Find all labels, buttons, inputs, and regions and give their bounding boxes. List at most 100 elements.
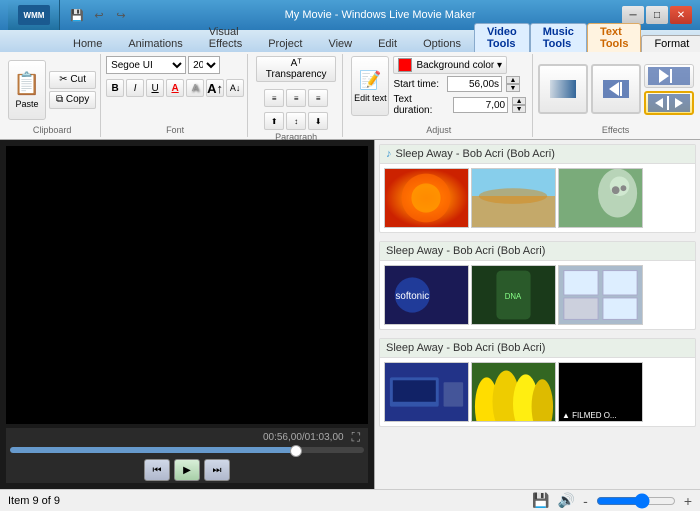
start-time-input[interactable]	[447, 76, 502, 92]
start-time-down[interactable]: ▼	[506, 84, 520, 92]
position-middle-button[interactable]: ↕	[286, 112, 306, 130]
tab-options[interactable]: Options	[410, 35, 474, 52]
window-controls: ─ □ ✕	[622, 6, 692, 24]
tab-edit[interactable]: Edit	[365, 35, 410, 52]
maximize-button[interactable]: □	[646, 6, 668, 24]
paragraph-content: Aᵀ Transparency ≡ ≡ ≡ ⬆ ↕ ⬇	[256, 56, 337, 130]
paste-button[interactable]: 📋 Paste	[8, 60, 46, 120]
effect-fade-button[interactable]	[538, 64, 588, 114]
position-top-button[interactable]: ⬆	[264, 112, 284, 130]
thumbnail-7[interactable]	[384, 362, 469, 422]
zoom-in-label: +	[684, 493, 692, 509]
edit-text-button[interactable]: 📝 Edit text	[351, 56, 389, 116]
redo-button[interactable]: ↪	[112, 6, 130, 24]
transparency-button[interactable]: Aᵀ Transparency	[256, 56, 337, 82]
save-button[interactable]: 💾	[68, 6, 86, 24]
thumbnail-label-9: ▲ FILMED O...	[559, 410, 642, 421]
ribbon: 📋 Paste ✂ Cut ⧉ Copy Clipboard Segoe UI …	[0, 52, 700, 140]
tab-home[interactable]: Home	[60, 35, 115, 52]
background-color-button[interactable]: Background color ▾	[393, 56, 507, 74]
media-group-header-1: ♪ Sleep Away - Bob Acri (Bob Acri)	[380, 145, 695, 164]
edit-text-label: Edit text	[354, 93, 387, 103]
tab-view[interactable]: View	[315, 35, 365, 52]
font-family-select[interactable]: Segoe UI	[106, 56, 186, 74]
italic-button[interactable]: I	[126, 79, 144, 97]
tab-video-tools[interactable]: Video Tools	[474, 23, 530, 52]
zoom-slider[interactable]	[596, 496, 676, 506]
start-time-up[interactable]: ▲	[506, 76, 520, 84]
cut-button[interactable]: ✂ Cut	[49, 71, 96, 89]
media-group-3: Sleep Away - Bob Acri (Bob Acri)	[379, 338, 696, 427]
tab-visual-effects[interactable]: Visual Effects	[196, 23, 255, 52]
forward-button[interactable]: ⏭	[204, 459, 230, 481]
minimize-button[interactable]: ─	[622, 6, 644, 24]
ribbon-tabs: Home Animations Visual Effects Project V…	[0, 30, 700, 52]
svg-text:softonic: softonic	[396, 291, 430, 302]
start-time-label: Start time:	[393, 79, 439, 90]
text-duration-label: Text duration:	[393, 94, 445, 116]
thumbnail-5[interactable]: DNA	[471, 265, 556, 325]
thumbnail-4[interactable]: softonic	[384, 265, 469, 325]
text-duration-input[interactable]	[453, 97, 508, 113]
bg-color-label: Background color ▾	[416, 60, 502, 71]
main-area: 00:56,00/01:03,00 ⛶ ⏮ ▶ ⏭ ♪ Sleep Away -…	[0, 140, 700, 489]
tab-music-tools[interactable]: Music Tools	[530, 23, 587, 52]
font-color-button[interactable]: A	[166, 79, 184, 97]
font-size-decrease-button[interactable]: A↓	[226, 79, 244, 97]
item-count: Item 9 of 9	[8, 495, 60, 507]
media-group-title-2: Sleep Away - Bob Acri (Bob Acri)	[386, 245, 545, 257]
start-time-row: Start time: ▲ ▼	[393, 76, 526, 92]
font-size-increase-button[interactable]: A↑	[206, 79, 224, 97]
start-time-spinner: ▲ ▼	[506, 76, 520, 92]
text-duration-down[interactable]: ▼	[512, 105, 526, 113]
adjust-label: Adjust	[426, 123, 451, 135]
ribbon-group-adjust: 📝 Edit text Background color ▾ Start tim…	[345, 54, 533, 137]
progress-bar[interactable]	[10, 447, 364, 453]
status-icon-2[interactable]: 🔊	[558, 492, 575, 509]
effect-left-button[interactable]	[591, 64, 641, 114]
text-duration-spinner: ▲ ▼	[512, 97, 526, 113]
para-position-row: ⬆ ↕ ⬇	[264, 112, 328, 130]
align-left-button[interactable]: ≡	[264, 89, 284, 107]
ribbon-group-paragraph: Aᵀ Transparency ≡ ≡ ≡ ⬆ ↕ ⬇ Paragraph	[250, 54, 344, 137]
copy-button[interactable]: ⧉ Copy	[49, 91, 96, 109]
ribbon-group-clipboard: 📋 Paste ✂ Cut ⧉ Copy Clipboard	[4, 54, 101, 137]
text-duration-row: Text duration: ▲ ▼	[393, 94, 526, 116]
thumbnail-6[interactable]	[558, 265, 643, 325]
font-label: Font	[166, 123, 184, 135]
align-right-button[interactable]: ≡	[308, 89, 328, 107]
status-icon-1[interactable]: 💾	[532, 492, 549, 509]
close-button[interactable]: ✕	[670, 6, 692, 24]
bg-color-row: Background color ▾	[393, 56, 526, 74]
thumbnail-2[interactable]	[471, 168, 556, 228]
thumbnail-3[interactable]	[558, 168, 643, 228]
text-duration-up[interactable]: ▲	[512, 97, 526, 105]
play-button[interactable]: ▶	[174, 459, 200, 481]
font-shadow-button[interactable]: A	[186, 79, 204, 97]
font-size-select[interactable]: 20	[188, 56, 220, 74]
color-swatch	[398, 58, 412, 72]
media-group-2: Sleep Away - Bob Acri (Bob Acri) softoni…	[379, 241, 696, 330]
ribbon-group-effects: Effects	[535, 54, 696, 137]
rewind-button[interactable]: ⏮	[144, 459, 170, 481]
tab-format[interactable]: Format	[641, 35, 700, 52]
fullscreen-button[interactable]: ⛶	[352, 430, 360, 445]
bold-button[interactable]: B	[106, 79, 124, 97]
align-center-button[interactable]: ≡	[286, 89, 306, 107]
tab-project[interactable]: Project	[255, 35, 315, 52]
tab-text-tools[interactable]: Text Tools	[587, 23, 642, 52]
thumbnail-9[interactable]: ▲ FILMED O...	[558, 362, 643, 422]
thumbnail-8[interactable]	[471, 362, 556, 422]
effects-buttons	[538, 64, 694, 115]
progress-thumb[interactable]	[290, 445, 302, 457]
playback-controls: ⏮ ▶ ⏭	[10, 459, 364, 481]
thumbnail-1[interactable]	[384, 168, 469, 228]
effect-center-button[interactable]	[644, 91, 694, 115]
position-bottom-button[interactable]: ⬇	[308, 112, 328, 130]
tab-animations[interactable]: Animations	[115, 35, 195, 52]
timeline-area: 00:56,00/01:03,00 ⛶ ⏮ ▶ ⏭	[6, 428, 368, 483]
font-name-row: Segoe UI 20	[106, 56, 220, 74]
effect-right-button[interactable]	[644, 64, 694, 88]
underline-button[interactable]: U	[146, 79, 164, 97]
undo-button[interactable]: ↩	[90, 6, 108, 24]
